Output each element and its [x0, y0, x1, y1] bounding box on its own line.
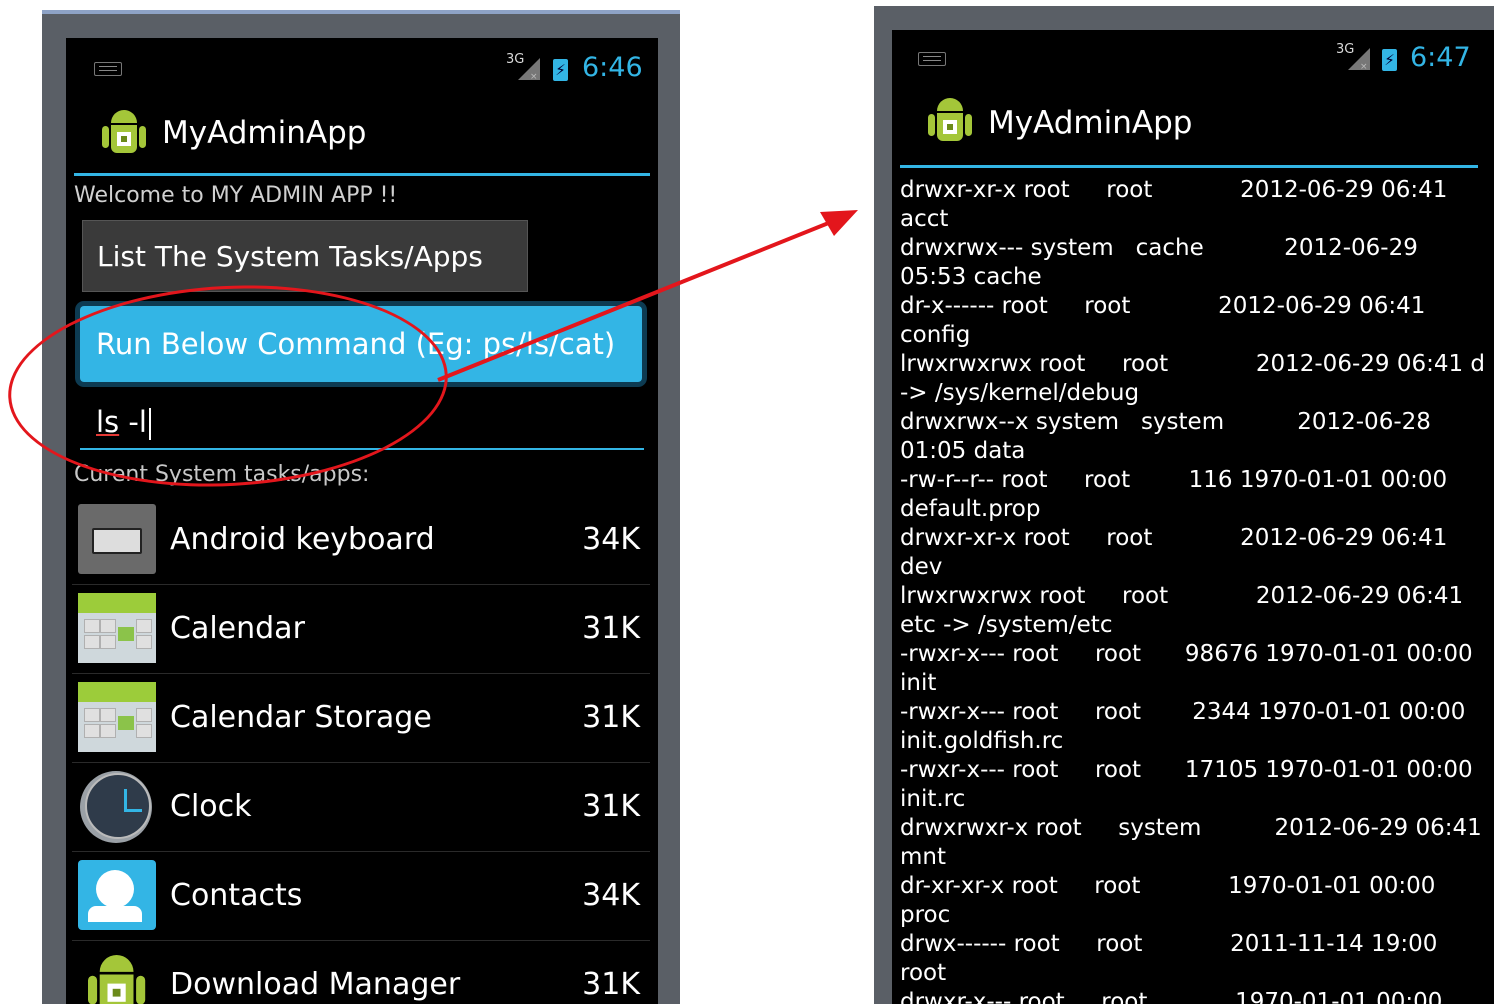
annotation-arrow: [437, 210, 858, 382]
